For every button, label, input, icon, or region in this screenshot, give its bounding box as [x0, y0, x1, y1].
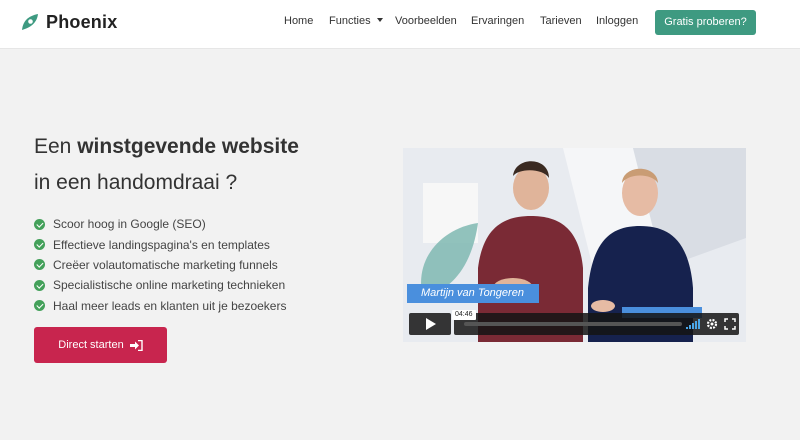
headline-prefix: Een: [34, 135, 78, 158]
headline-line2: in een handomdraai ?: [34, 171, 238, 194]
feature-text: Haal meer leads en klanten uit je bezoek…: [53, 298, 287, 313]
direct-start-button[interactable]: Direct starten: [34, 327, 167, 363]
check-icon: [34, 259, 45, 271]
sign-in-icon: [129, 339, 143, 351]
fullscreen-icon[interactable]: [724, 318, 736, 330]
feature-list: Scoor hoog in Google (SEO) Effectieve la…: [34, 214, 286, 316]
nav-item-home[interactable]: Home: [284, 15, 313, 27]
feature-text: Effectieve landingspagina's en templates: [53, 237, 270, 252]
control-bar: [454, 313, 739, 335]
name-tag-overlay: Martijn van Tongeren: [407, 284, 539, 303]
free-trial-button[interactable]: Gratis proberen?: [655, 10, 756, 35]
feature-text: Creëer volautomatische marketing funnels: [53, 257, 278, 272]
play-button[interactable]: [409, 313, 451, 335]
nav-item-voorbeelden[interactable]: Voorbeelden: [395, 15, 457, 27]
feature-item: Haal meer leads en klanten uit je bezoek…: [34, 296, 286, 316]
check-icon: [34, 239, 45, 251]
video-timestamp: 04:46: [452, 310, 476, 320]
feature-item: Scoor hoog in Google (SEO): [34, 214, 286, 234]
check-icon: [34, 279, 45, 291]
direct-start-label: Direct starten: [58, 339, 124, 351]
chevron-down-icon: [376, 18, 383, 22]
gear-icon[interactable]: [706, 318, 718, 330]
check-icon: [34, 218, 45, 230]
logo[interactable]: Phoenix: [20, 10, 117, 34]
logo-text: Phoenix: [46, 11, 118, 32]
progress-track[interactable]: [464, 322, 682, 326]
top-navbar: Phoenix Home Functies Voorbeelden Ervari…: [0, 0, 800, 49]
feature-item: Creëer volautomatische marketing funnels: [34, 255, 286, 275]
check-icon: [34, 300, 45, 312]
feature-text: Specialistische online marketing technie…: [53, 278, 286, 293]
feature-item: Effectieve landingspagina's en templates: [34, 234, 286, 254]
feature-text: Scoor hoog in Google (SEO): [53, 217, 206, 232]
feature-item: Specialistische online marketing technie…: [34, 275, 286, 295]
nav-item-ervaringen[interactable]: Ervaringen: [471, 15, 524, 27]
headline-bold: winstgevende website: [77, 135, 299, 158]
nav-item-functies[interactable]: Functies: [329, 15, 383, 27]
nav-item-functies-label: Functies: [329, 15, 371, 27]
nav-item-inloggen[interactable]: Inloggen: [596, 15, 638, 27]
phoenix-logo-icon: [22, 14, 38, 30]
volume-icon[interactable]: [686, 319, 700, 329]
hero-headline: Een winstgevende website in een handomdr…: [34, 129, 299, 201]
nav-item-tarieven[interactable]: Tarieven: [540, 15, 582, 27]
